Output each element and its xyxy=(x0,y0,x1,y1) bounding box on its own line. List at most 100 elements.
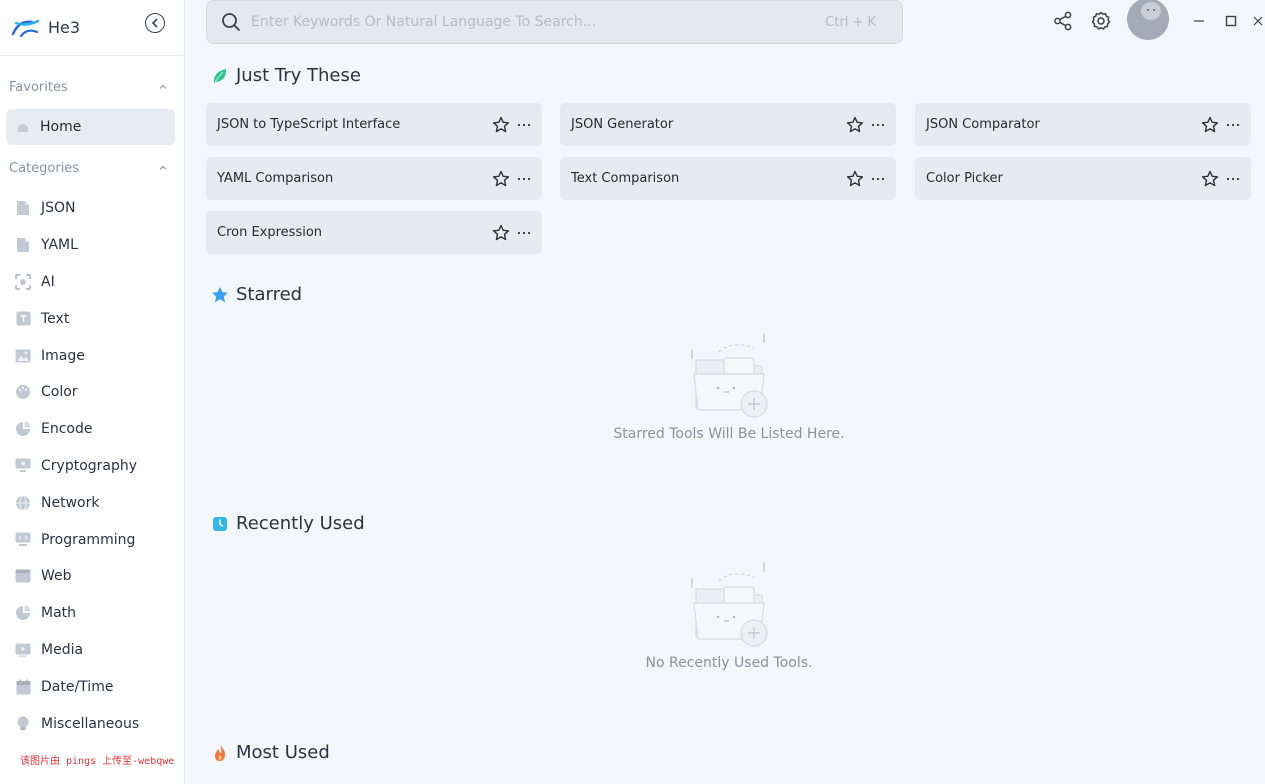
sidebar-item-label: Web xyxy=(41,568,72,585)
tool-card[interactable]: JSON to TypeScript Interface xyxy=(206,103,542,146)
user-avatar[interactable] xyxy=(1127,0,1169,40)
clock-icon xyxy=(213,516,227,531)
avatar-face-icon xyxy=(1127,0,1169,40)
sidebar-item-text[interactable]: Text xyxy=(0,300,184,337)
sidebar-item-label: Home xyxy=(40,119,82,135)
json-file-icon xyxy=(15,200,31,216)
tool-card[interactable]: JSON Comparator xyxy=(915,103,1251,146)
more-options-icon[interactable] xyxy=(871,118,885,132)
favorites-header[interactable]: Favorites xyxy=(0,77,184,97)
gear-icon xyxy=(1091,11,1111,30)
tool-card-label: YAML Comparison xyxy=(217,171,334,186)
sidebar-item-programming[interactable]: Programming xyxy=(0,521,184,558)
chevron-left-icon xyxy=(151,18,158,28)
star-icon[interactable] xyxy=(846,116,864,134)
more-options-icon[interactable] xyxy=(1226,118,1240,132)
sidebar-item-cryptography[interactable]: Cryptography xyxy=(0,448,184,485)
tool-card[interactable]: YAML Comparison xyxy=(206,157,542,200)
close-button[interactable] xyxy=(1252,10,1265,32)
starred-empty-state: Starred Tools Will Be Listed Here. xyxy=(579,330,879,442)
recent-section-title: Recently Used xyxy=(211,513,365,534)
sidebar-item-label: JSON xyxy=(41,200,76,217)
tool-card[interactable]: Color Picker xyxy=(915,157,1251,200)
sidebar-item-date-time[interactable]: Date/Time xyxy=(0,668,184,705)
search-icon xyxy=(222,13,240,31)
sidebar-item-label: Image xyxy=(41,347,85,364)
maximize-button[interactable] xyxy=(1220,10,1242,32)
sidebar-item-json[interactable]: JSON xyxy=(0,190,184,227)
tool-card[interactable]: Text Comparison xyxy=(560,157,896,200)
sidebar-item-encode[interactable]: Encode xyxy=(0,411,184,448)
categories-label: Categories xyxy=(9,160,80,176)
app-name: He3 xyxy=(48,18,81,37)
section-title-text: Just Try These xyxy=(236,65,361,86)
sidebar-item-label: Color xyxy=(41,384,78,401)
sidebar-item-image[interactable]: Image xyxy=(0,337,184,374)
star-filled-icon xyxy=(212,286,228,302)
sidebar-item-ai[interactable]: AI xyxy=(0,264,184,301)
sidebar-item-label: Cryptography xyxy=(41,457,138,474)
category-list: JSON YAML AI Text Image Color Encode Cry… xyxy=(0,190,184,742)
sidebar-item-home[interactable]: Home xyxy=(6,109,175,145)
search-shortcut-hint: Ctrl + K xyxy=(825,14,876,30)
section-title-text: Recently Used xyxy=(236,513,365,534)
code-icon xyxy=(15,532,31,548)
text-icon xyxy=(15,311,31,327)
more-options-icon[interactable] xyxy=(1226,172,1240,186)
tool-card-label: JSON Comparator xyxy=(926,117,1040,132)
encode-icon xyxy=(15,421,31,437)
more-options-icon[interactable] xyxy=(517,172,531,186)
starred-section-title: Starred xyxy=(211,284,302,305)
yaml-file-icon xyxy=(15,237,31,253)
sidebar-item-label: Math xyxy=(41,605,77,622)
star-icon[interactable] xyxy=(492,170,510,188)
collapse-sidebar-button[interactable] xyxy=(145,13,165,33)
sidebar-item-label: YAML xyxy=(41,237,78,254)
just-try-section-title: Just Try These xyxy=(211,65,361,86)
search-bar[interactable]: Ctrl + K xyxy=(206,0,903,44)
star-icon[interactable] xyxy=(1201,170,1219,188)
tool-card[interactable]: Cron Expression xyxy=(206,211,542,254)
sidebar-item-web[interactable]: Web xyxy=(0,558,184,595)
search-input[interactable] xyxy=(251,14,826,30)
cryptography-icon xyxy=(15,458,31,474)
chevron-up-icon xyxy=(159,84,167,89)
more-options-icon[interactable] xyxy=(517,226,531,240)
maximize-icon xyxy=(1225,15,1237,27)
tool-card-label: Color Picker xyxy=(926,171,1003,186)
more-options-icon[interactable] xyxy=(871,172,885,186)
sidebar-item-label: Text xyxy=(41,310,70,327)
settings-button[interactable] xyxy=(1090,10,1112,32)
categories-header[interactable]: Categories xyxy=(0,158,184,178)
sidebar-item-media[interactable]: Media xyxy=(0,632,184,669)
chevron-up-icon xyxy=(159,165,167,170)
recent-empty-state: No Recently Used Tools. xyxy=(579,559,879,671)
sidebar-item-label: Date/Time xyxy=(41,678,114,695)
home-icon xyxy=(18,124,28,132)
sidebar-item-yaml[interactable]: YAML xyxy=(0,227,184,264)
share-button[interactable] xyxy=(1052,10,1074,32)
sidebar-item-label: Programming xyxy=(41,531,136,548)
star-icon[interactable] xyxy=(846,170,864,188)
minimize-button[interactable] xyxy=(1188,10,1210,32)
sidebar-item-color[interactable]: Color xyxy=(0,374,184,411)
sidebar-item-math[interactable]: Math xyxy=(0,595,184,632)
sidebar-item-label: Miscellaneous xyxy=(41,715,140,732)
tool-card-label: Text Comparison xyxy=(571,171,680,186)
star-icon[interactable] xyxy=(492,224,510,242)
sidebar-item-network[interactable]: Network xyxy=(0,484,184,521)
sidebar-item-miscellaneous[interactable]: Miscellaneous xyxy=(0,705,184,742)
empty-folder-icon xyxy=(691,562,768,647)
sidebar-item-label: Media xyxy=(41,641,84,658)
watermark-text: 该图片由 pings 上传至-webqwe xyxy=(20,756,175,767)
close-icon xyxy=(1253,16,1263,26)
tool-card[interactable]: JSON Generator xyxy=(560,103,896,146)
empty-folder-icon xyxy=(691,333,768,418)
star-icon[interactable] xyxy=(1201,116,1219,134)
most-used-section-title: Most Used xyxy=(211,742,330,763)
minimize-icon xyxy=(1194,20,1204,22)
empty-state-text: Starred Tools Will Be Listed Here. xyxy=(613,426,845,442)
star-icon[interactable] xyxy=(492,116,510,134)
sidebar-item-label: AI xyxy=(41,273,55,290)
more-options-icon[interactable] xyxy=(517,118,531,132)
